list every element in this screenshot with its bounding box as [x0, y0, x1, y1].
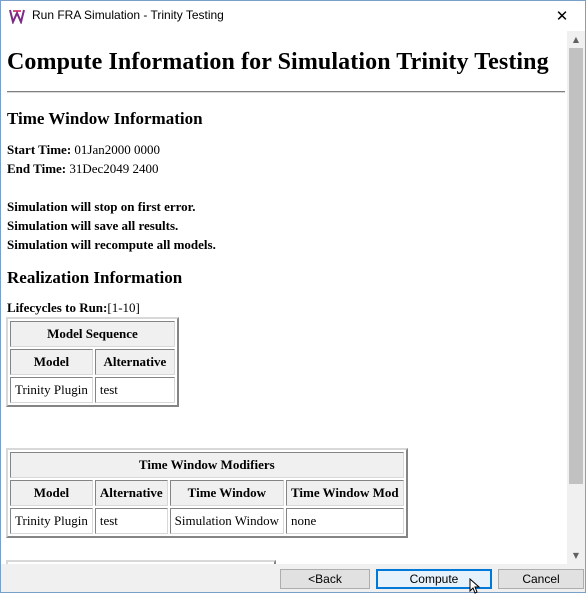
time-window-modifiers-title: Time Window Modifiers [10, 452, 404, 478]
cell-alternative: test [94, 508, 168, 534]
chevron-up-icon: ▲ [572, 35, 580, 44]
column-header-alternative: Alternative [94, 480, 168, 506]
button-bar: <Back Compute Cancel [1, 564, 585, 594]
column-header-alternative: Alternative [94, 349, 175, 375]
vertical-scrollbar[interactable]: ▲ ▼ [567, 31, 585, 564]
scrollbar-thumb[interactable] [569, 48, 583, 484]
app-logo-icon [9, 9, 25, 24]
start-time-label: Start Time: [7, 142, 72, 157]
report-content: Compute Information for Simulation Trini… [1, 31, 567, 564]
column-header-time-window: Time Window [169, 480, 284, 506]
back-button[interactable]: <Back [280, 569, 370, 589]
cell-alternative: test [94, 377, 175, 403]
page-title: Compute Information for Simulation Trini… [7, 49, 549, 75]
start-time-value: 01Jan2000 0000 [74, 142, 160, 157]
lifecycles-value: [1-10] [107, 300, 140, 315]
column-header-model: Model [10, 480, 93, 506]
note-save-results: Simulation will save all results. [7, 218, 179, 233]
lifecycles-label: Lifecycles to Run: [7, 300, 108, 315]
end-time-label: End Time: [7, 161, 67, 176]
start-time-line: Start Time: 01Jan2000 0000 [7, 142, 160, 158]
close-button[interactable]: ✕ [539, 1, 585, 31]
scroll-up-button[interactable]: ▲ [567, 31, 585, 48]
scroll-down-button[interactable]: ▼ [567, 547, 585, 564]
time-window-heading: Time Window Information [7, 109, 203, 128]
cell-time-window-mod: none [286, 508, 404, 534]
realization-heading: Realization Information [7, 268, 183, 287]
cancel-button[interactable]: Cancel [498, 569, 584, 589]
chevron-down-icon: ▼ [572, 551, 580, 560]
end-time-line: End Time: 31Dec2049 2400 [7, 161, 159, 177]
divider [7, 91, 565, 93]
model-sequence-title: Model Sequence [10, 321, 175, 347]
end-time-value: 31Dec2049 2400 [69, 161, 159, 176]
title-bar: Run FRA Simulation - Trinity Testing ✕ [1, 1, 585, 31]
lifecycles-line: Lifecycles to Run:[1-10] [7, 300, 140, 316]
note-recompute-models: Simulation will recompute all models. [7, 237, 216, 252]
table-row: Trinity Plugin test [10, 377, 175, 403]
cell-model: Trinity Plugin [10, 377, 93, 403]
dialog-window: Run FRA Simulation - Trinity Testing ✕ C… [0, 0, 586, 594]
column-header-time-window-mod: Time Window Mod [286, 480, 404, 506]
cell-time-window: Simulation Window [169, 508, 284, 534]
mouse-cursor-icon [469, 578, 481, 594]
model-sequence-table: Model Sequence Model Alternative Trinity… [6, 317, 179, 407]
note-stop-on-error: Simulation will stop on first error. [7, 199, 196, 214]
column-header-model: Model [10, 349, 93, 375]
time-window-modifiers-table: Time Window Modifiers Model Alternative … [6, 448, 408, 538]
cell-model: Trinity Plugin [10, 508, 93, 534]
window-title: Run FRA Simulation - Trinity Testing [32, 8, 224, 22]
table-row: Trinity Plugin test Simulation Window no… [10, 508, 404, 534]
close-icon: ✕ [555, 7, 569, 25]
